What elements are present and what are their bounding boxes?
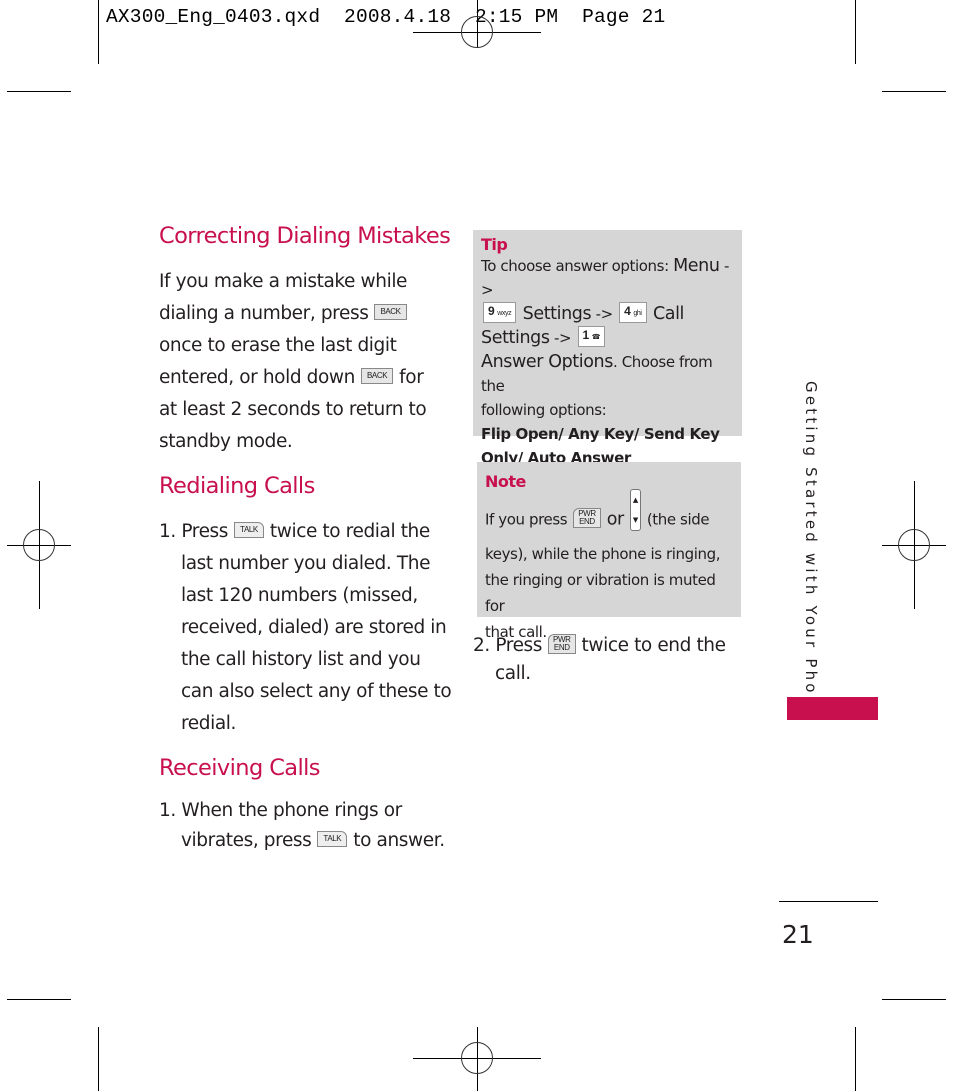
back-key-icon: BACK: [360, 368, 394, 384]
key-9-icon: 9 wxyz: [483, 302, 517, 323]
section-side-label: Getting Started with Your Phone: [802, 381, 820, 721]
heading-correcting-dialing-mistakes: Correcting Dialing Mistakes: [159, 223, 451, 249]
end-key-icon: PWR END: [573, 508, 601, 528]
key-4-icon: 4 ghi: [619, 302, 647, 323]
note-title: Note: [485, 472, 526, 491]
heading-receiving-calls: Receiving Calls: [159, 755, 321, 781]
page-number-rule: [779, 901, 878, 902]
correcting-paragraph: If you make a mistake while dialing a nu…: [159, 271, 427, 452]
talk-key-icon: TALK: [234, 522, 264, 538]
back-key-icon: BACK: [374, 304, 407, 320]
step-2: 2. Press PWR END twice to end the call.: [473, 634, 726, 684]
talk-key-icon: TALK: [317, 831, 348, 847]
tip-box: Tip To choose answer options: Menu -> 9w…: [473, 230, 742, 467]
file-slug: AX300_Eng_0403.qxd 2008.4.18 2:15 PM Pag…: [106, 6, 666, 28]
page-number: 21: [782, 920, 814, 949]
heading-redialing-calls: Redialing Calls: [159, 473, 315, 499]
key-1-icon: 1 ☎: [577, 326, 606, 347]
receiving-step-1: 1. When the phone rings or vibrates, pre…: [159, 800, 445, 851]
end-key-icon: PWR END: [548, 634, 576, 654]
note-box: Note If you press PWR END or▲ ▼ (the side key…: [477, 462, 741, 641]
section-tab-marker: [787, 697, 878, 720]
tip-title: Tip: [481, 235, 508, 254]
side-keys-icon: ▲ ▼: [629, 489, 641, 531]
redialing-step-1: 1. Press TALK twice to redial the last num…: [159, 521, 452, 734]
